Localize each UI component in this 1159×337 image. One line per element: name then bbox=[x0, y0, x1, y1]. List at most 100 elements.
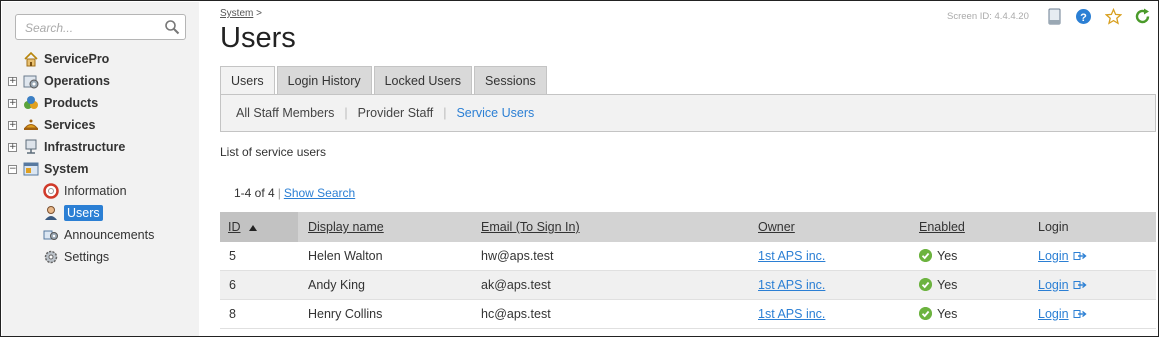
login-link[interactable]: Login bbox=[1038, 307, 1069, 321]
sidebar: Search... ServicePro + Operations + Prod… bbox=[2, 2, 199, 336]
nav-label: Settings bbox=[64, 250, 110, 264]
column-header-owner[interactable]: Owner bbox=[758, 220, 795, 234]
table-row[interactable]: 5 Helen Walton hw@aps.test 1st APS inc. … bbox=[220, 242, 1156, 271]
column-header-display-name-link[interactable]: Display name bbox=[308, 220, 384, 234]
nav-item-infrastructure[interactable]: Infrastructure bbox=[23, 137, 125, 157]
login-arrow-icon[interactable] bbox=[1073, 309, 1087, 319]
cell-email: hw@aps.test bbox=[481, 249, 554, 263]
column-header-enabled-link[interactable]: Enabled bbox=[919, 220, 965, 234]
nav-label: Services bbox=[44, 118, 96, 132]
nav-label: Operations bbox=[44, 74, 110, 88]
sort-ascending-icon bbox=[248, 225, 257, 231]
refresh-icon[interactable] bbox=[1134, 8, 1151, 25]
tab-login-history[interactable]: Login History bbox=[276, 66, 372, 95]
cell-enabled: Yes bbox=[919, 249, 957, 263]
help-icon[interactable]: ? bbox=[1075, 8, 1092, 25]
table-row[interactable]: 6 Andy King ak@aps.test 1st APS inc. Yes… bbox=[220, 271, 1156, 300]
nav-label: Announcements bbox=[64, 228, 155, 242]
breadcrumb-link-system[interactable]: System bbox=[220, 8, 253, 19]
nav-item-announcements[interactable]: Announcements bbox=[43, 225, 154, 245]
nav-item-servicepro[interactable]: ServicePro bbox=[23, 49, 109, 69]
column-header-id-link[interactable]: ID bbox=[228, 220, 241, 234]
subnav-provider-staff[interactable]: Provider Staff bbox=[358, 106, 434, 120]
search-input[interactable]: Search... bbox=[15, 14, 186, 40]
search-icon[interactable] bbox=[164, 19, 180, 35]
screen-id: Screen ID: 4.4.4.20 bbox=[947, 11, 1029, 22]
cell-login: Login bbox=[1038, 249, 1087, 263]
services-icon bbox=[23, 119, 39, 130]
breadcrumb-separator: > bbox=[256, 8, 262, 19]
breadcrumb: System > bbox=[220, 8, 262, 19]
check-circle-icon bbox=[919, 307, 932, 320]
login-link[interactable]: Login bbox=[1038, 249, 1069, 263]
nav-label: Products bbox=[44, 96, 99, 110]
column-header-login: Login bbox=[1038, 220, 1069, 234]
enabled-value: Yes bbox=[937, 278, 958, 292]
cell-id: 5 bbox=[229, 249, 236, 263]
cell-enabled: Yes bbox=[919, 307, 957, 321]
cell-enabled: Yes bbox=[919, 278, 957, 292]
system-icon bbox=[23, 162, 39, 176]
table-header: ID Display name Email (To Sign In) Owner… bbox=[220, 212, 1156, 242]
nav-label: ServicePro bbox=[44, 52, 110, 66]
cell-email: ak@aps.test bbox=[481, 278, 551, 292]
show-search-link[interactable]: Show Search bbox=[284, 186, 355, 200]
cell-owner: 1st APS inc. bbox=[758, 278, 825, 292]
pager-range: 1-4 of 4 bbox=[234, 186, 275, 200]
cell-owner: 1st APS inc. bbox=[758, 249, 825, 263]
nav-item-users[interactable]: Users bbox=[43, 203, 103, 223]
lifebuoy-icon bbox=[43, 183, 59, 199]
check-circle-icon bbox=[919, 249, 932, 262]
owner-link[interactable]: 1st APS inc. bbox=[758, 249, 825, 263]
nav-item-information[interactable]: Information bbox=[43, 181, 127, 201]
owner-link[interactable]: 1st APS inc. bbox=[758, 278, 825, 292]
tab-locked-users[interactable]: Locked Users bbox=[373, 66, 473, 95]
owner-link[interactable]: 1st APS inc. bbox=[758, 307, 825, 321]
cell-owner: 1st APS inc. bbox=[758, 307, 825, 321]
column-header-display-name[interactable]: Display name bbox=[308, 220, 384, 234]
login-link[interactable]: Login bbox=[1038, 278, 1069, 292]
star-icon[interactable] bbox=[1105, 8, 1122, 25]
nav-label: Infrastructure bbox=[44, 140, 126, 154]
login-arrow-icon[interactable] bbox=[1073, 251, 1087, 261]
column-header-owner-link[interactable]: Owner bbox=[758, 220, 795, 234]
expand-toggle-infrastructure[interactable]: + bbox=[8, 143, 17, 152]
search-placeholder: Search... bbox=[25, 21, 74, 35]
nav-item-system[interactable]: System bbox=[23, 159, 88, 179]
column-header-email[interactable]: Email (To Sign In) bbox=[481, 220, 580, 234]
expand-toggle-services[interactable]: + bbox=[8, 121, 17, 130]
subnav-service-users[interactable]: Service Users bbox=[456, 106, 534, 120]
collapse-toggle-system[interactable]: − bbox=[8, 165, 17, 174]
list-description: List of service users bbox=[220, 145, 327, 159]
table-row[interactable]: 8 Henry Collins hc@aps.test 1st APS inc.… bbox=[220, 300, 1156, 329]
subnav-separator: | bbox=[344, 106, 348, 120]
subnav-all-staff-members[interactable]: All Staff Members bbox=[236, 106, 334, 120]
check-circle-icon bbox=[919, 278, 932, 291]
tab-users[interactable]: Users bbox=[220, 66, 275, 95]
column-header-email-link[interactable]: Email (To Sign In) bbox=[481, 220, 580, 234]
infrastructure-icon bbox=[25, 139, 37, 154]
nav-label-selected: Users bbox=[64, 205, 103, 221]
column-header-id[interactable]: ID bbox=[228, 220, 258, 234]
cell-display-name: Helen Walton bbox=[308, 249, 383, 263]
cell-id: 8 bbox=[229, 307, 236, 321]
cell-email: hc@aps.test bbox=[481, 307, 551, 321]
nav-item-products[interactable]: Products bbox=[23, 93, 98, 113]
nav-item-services[interactable]: Services bbox=[23, 115, 95, 135]
nav-label: System bbox=[44, 162, 89, 176]
enabled-value: Yes bbox=[937, 249, 958, 263]
nav-item-operations[interactable]: Operations bbox=[23, 71, 110, 91]
operations-icon bbox=[23, 75, 39, 89]
products-icon bbox=[24, 96, 38, 109]
tab-bar: Users Login History Locked Users Session… bbox=[220, 66, 549, 95]
expand-toggle-products[interactable]: + bbox=[8, 99, 17, 108]
user-icon bbox=[45, 206, 57, 220]
announcements-icon bbox=[43, 230, 58, 240]
cell-id: 6 bbox=[229, 278, 236, 292]
tab-sessions[interactable]: Sessions bbox=[474, 66, 547, 95]
document-icon[interactable] bbox=[1046, 8, 1063, 25]
login-arrow-icon[interactable] bbox=[1073, 280, 1087, 290]
nav-item-settings[interactable]: Settings bbox=[43, 247, 109, 267]
expand-toggle-operations[interactable]: + bbox=[8, 77, 17, 86]
column-header-enabled[interactable]: Enabled bbox=[919, 220, 965, 234]
